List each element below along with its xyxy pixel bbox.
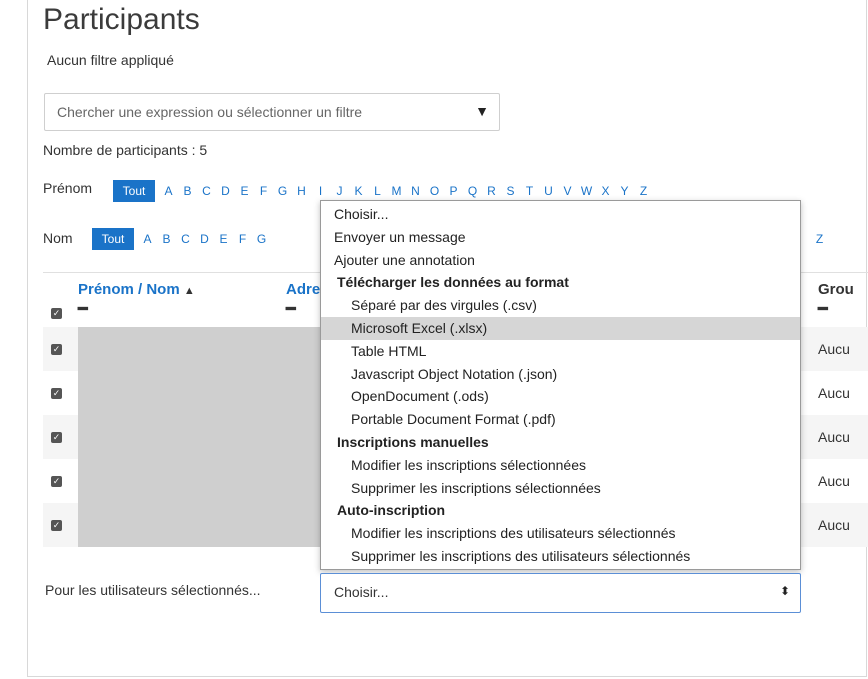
- firstname-initial-r[interactable]: R: [482, 180, 501, 202]
- firstname-initial-h[interactable]: H: [292, 180, 311, 202]
- address-filter-dash: ━: [286, 301, 296, 318]
- lastname-initial-e[interactable]: E: [214, 228, 233, 250]
- menu-item-ajouter-une-annotation[interactable]: Ajouter une annotation: [321, 249, 800, 272]
- firstname-initial-v[interactable]: V: [558, 180, 577, 202]
- select-updown-icon: ⬍: [779, 584, 790, 598]
- menu-item-supprimer-les-inscriptions-des-utilisateurs-s-lectionn-s[interactable]: Supprimer les inscriptions des utilisate…: [321, 545, 800, 568]
- firstname-initial-j[interactable]: J: [330, 180, 349, 202]
- firstname-initial-g[interactable]: G: [273, 180, 292, 202]
- column-header-address[interactable]: Adre: [286, 281, 320, 298]
- firstname-initial-i[interactable]: I: [311, 180, 330, 202]
- lastname-initials-tail: Z: [810, 228, 829, 250]
- menu-group-auto-inscription: Auto-inscription: [337, 502, 446, 519]
- firstname-initial-s[interactable]: S: [501, 180, 520, 202]
- firstname-initial-o[interactable]: O: [425, 180, 444, 202]
- search-filter-input[interactable]: Chercher une expression ou sélectionner …: [44, 93, 500, 131]
- row-groups-value: Aucu: [818, 385, 850, 401]
- bulk-action-label: Pour les utilisateurs sélectionnés...: [45, 582, 261, 598]
- firstname-initial-f[interactable]: F: [254, 180, 273, 202]
- lastname-initial-d[interactable]: D: [195, 228, 214, 250]
- redacted-user-name: [78, 327, 323, 371]
- redacted-user-name: [78, 459, 323, 503]
- firstname-initial-w[interactable]: W: [577, 180, 596, 202]
- firstname-initial-n[interactable]: N: [406, 180, 425, 202]
- firstname-initial-a[interactable]: A: [159, 180, 178, 202]
- redacted-user-name: [78, 415, 323, 459]
- name-filter-dash: ━: [78, 301, 88, 318]
- participant-count: Nombre de participants : 5: [43, 142, 208, 158]
- row-groups-value: Aucu: [818, 429, 850, 445]
- firstname-initial-e[interactable]: E: [235, 180, 254, 202]
- firstname-initial-x[interactable]: X: [596, 180, 615, 202]
- menu-group-t-l-charger-les-donn-es-au-format: Télécharger les données au format: [337, 274, 569, 291]
- row-groups-value: Aucu: [818, 517, 850, 533]
- search-placeholder: Chercher une expression ou sélectionner …: [57, 104, 363, 120]
- lastname-initial-b[interactable]: B: [157, 228, 176, 250]
- select-all-checkbox[interactable]: ✓: [51, 308, 62, 319]
- firstname-initial-y[interactable]: Y: [615, 180, 634, 202]
- menu-group-inscriptions-manuelles: Inscriptions manuelles: [337, 434, 489, 450]
- firstname-initials-bar: Tout ABCDEFGHIJKLMNOPQRSTUVWXYZ: [113, 180, 653, 202]
- bulk-action-selected-value: Choisir...: [334, 584, 389, 600]
- row-checkbox[interactable]: ✓: [51, 520, 62, 531]
- firstname-initial-t[interactable]: T: [520, 180, 539, 202]
- row-checkbox[interactable]: ✓: [51, 344, 62, 355]
- firstname-initial-p[interactable]: P: [444, 180, 463, 202]
- firstname-initial-z[interactable]: Z: [634, 180, 653, 202]
- bulk-action-dropdown-menu: Choisir... Envoyer un message Ajouter une …: [320, 200, 801, 570]
- firstname-initial-k[interactable]: K: [349, 180, 368, 202]
- menu-item-table-html[interactable]: Table HTML: [321, 340, 800, 363]
- row-checkbox[interactable]: ✓: [51, 476, 62, 487]
- lastname-initial-all[interactable]: Tout: [92, 228, 134, 250]
- menu-item-portable-document-format-pdf[interactable]: Portable Document Format (.pdf): [321, 408, 800, 431]
- menu-item-modifier-les-inscriptions-s-lectionn-es[interactable]: Modifier les inscriptions sélectionnées: [321, 454, 800, 477]
- column-header-groups[interactable]: Grou: [818, 281, 854, 298]
- column-header-name-label: Prénom / Nom: [78, 281, 180, 298]
- row-groups-value: Aucu: [818, 473, 850, 489]
- bulk-action-select[interactable]: Choisir... ⬍: [320, 573, 801, 613]
- firstname-initials-label: Prénom: [43, 180, 93, 196]
- firstname-initial-d[interactable]: D: [216, 180, 235, 202]
- lastname-initial-g[interactable]: G: [252, 228, 271, 250]
- menu-item-choisir[interactable]: Choisir...: [321, 203, 800, 226]
- menu-item-s-par-par-des-virgules-csv[interactable]: Séparé par des virgules (.csv): [321, 294, 800, 317]
- column-header-name[interactable]: Prénom / Nom ▲: [78, 281, 195, 298]
- menu-item-opendocument-ods[interactable]: OpenDocument (.ods): [321, 385, 800, 408]
- firstname-initial-m[interactable]: M: [387, 180, 406, 202]
- lastname-initials-label: Nom: [43, 230, 73, 246]
- menu-item-envoyer-un-message[interactable]: Envoyer un message: [321, 226, 800, 249]
- redacted-user-name: [78, 503, 323, 547]
- row-checkbox[interactable]: ✓: [51, 432, 62, 443]
- menu-item-javascript-object-notation-json[interactable]: Javascript Object Notation (.json): [321, 363, 800, 386]
- firstname-initial-all[interactable]: Tout: [113, 180, 155, 202]
- menu-item-modifier-les-inscriptions-des-utilisateurs-s-lectionn-s[interactable]: Modifier les inscriptions des utilisateu…: [321, 522, 800, 545]
- firstname-initial-u[interactable]: U: [539, 180, 558, 202]
- row-groups-value: Aucu: [818, 341, 850, 357]
- caret-up-icon: ▲: [183, 285, 195, 297]
- redacted-user-name: [78, 371, 323, 415]
- lastname-initial-f[interactable]: F: [233, 228, 252, 250]
- page-title: Participants: [43, 3, 200, 36]
- lastname-initial-a[interactable]: A: [138, 228, 157, 250]
- lastname-initial-z[interactable]: Z: [810, 228, 829, 250]
- menu-item-supprimer-les-inscriptions-s-lectionn-es[interactable]: Supprimer les inscriptions sélectionnées: [321, 477, 800, 500]
- firstname-initial-c[interactable]: C: [197, 180, 216, 202]
- dropdown-arrow-icon[interactable]: ▼: [475, 103, 489, 119]
- firstname-initial-b[interactable]: B: [178, 180, 197, 202]
- lastname-initials-bar: Tout ABCDEFG: [92, 228, 271, 250]
- firstname-initial-q[interactable]: Q: [463, 180, 482, 202]
- lastname-initial-c[interactable]: C: [176, 228, 195, 250]
- groups-filter-dash: ━: [818, 301, 828, 318]
- menu-item-microsoft-excel-xlsx[interactable]: Microsoft Excel (.xlsx): [321, 317, 800, 340]
- firstname-initial-l[interactable]: L: [368, 180, 387, 202]
- filter-status: Aucun filtre appliqué: [47, 52, 174, 68]
- row-checkbox[interactable]: ✓: [51, 388, 62, 399]
